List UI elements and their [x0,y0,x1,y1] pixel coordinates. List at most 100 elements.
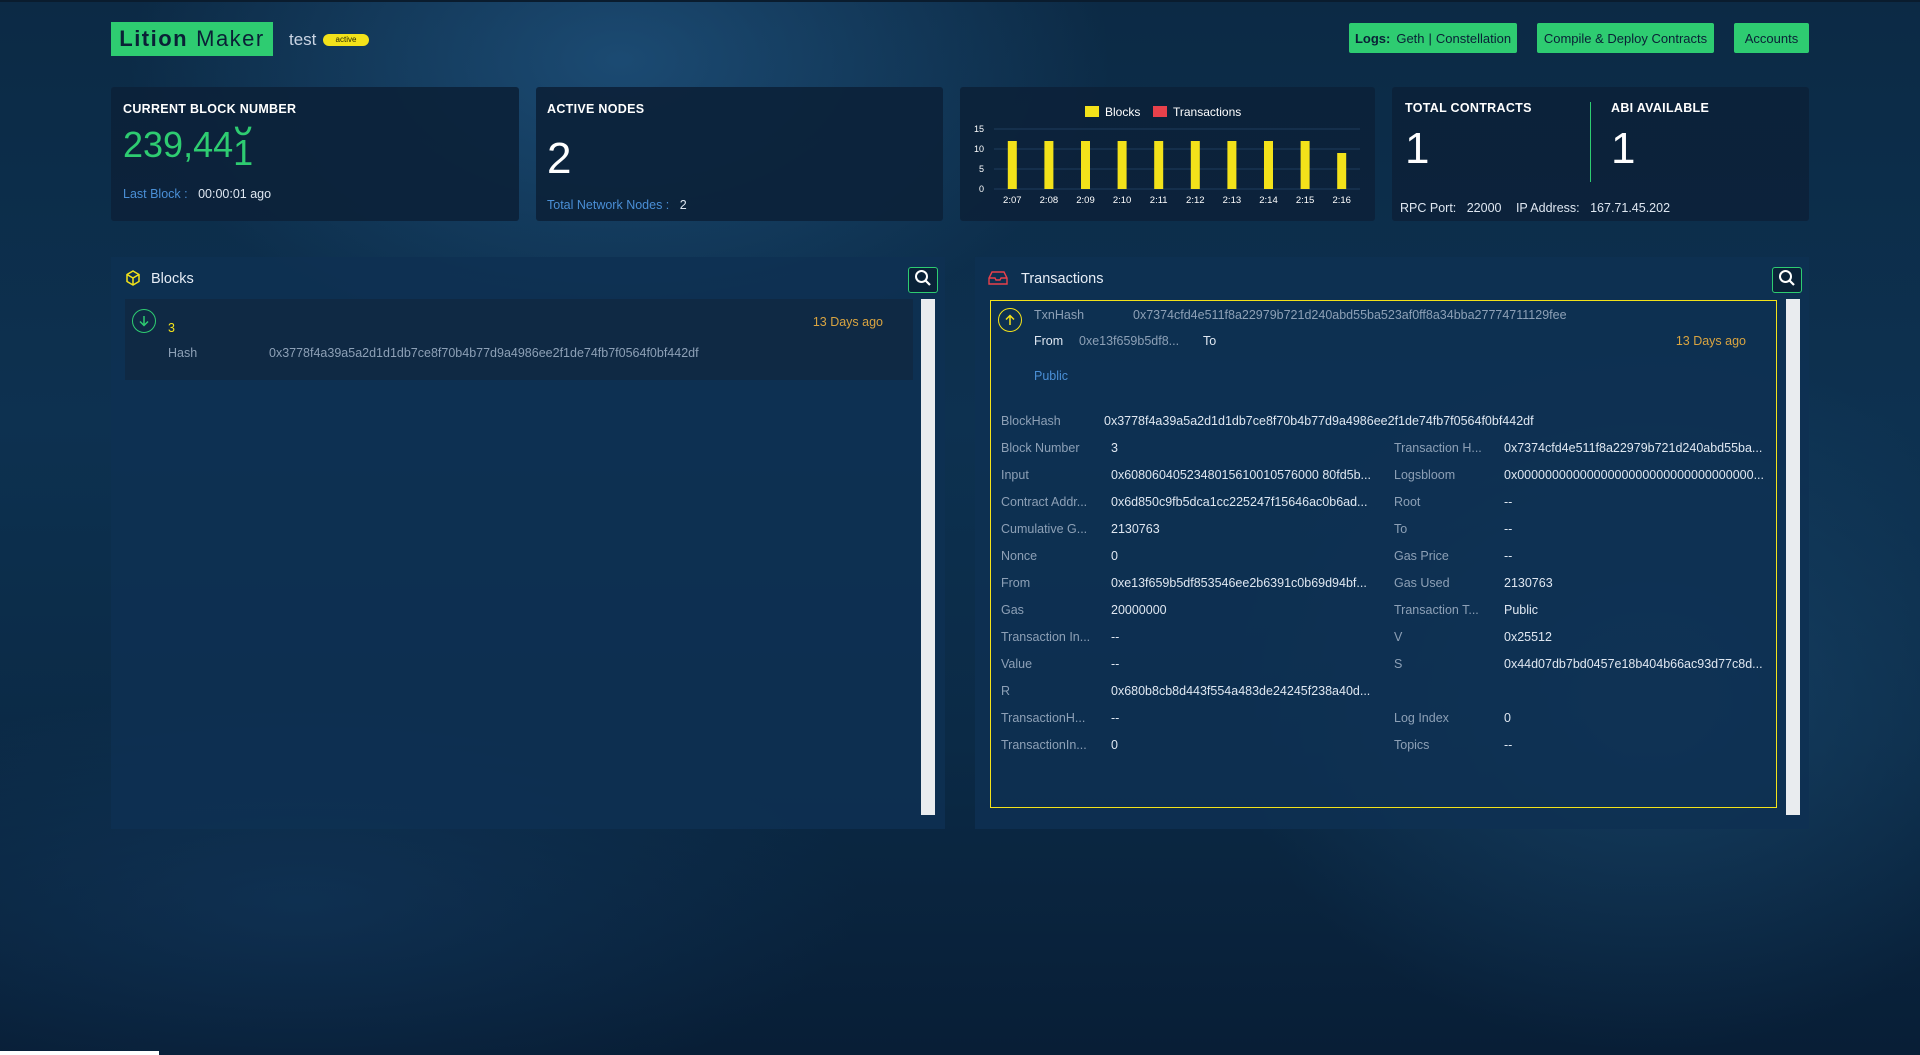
txn-detail-value: 0x680b8cb8d443f554a483de24245f238a40d... [1111,684,1371,698]
transactions-scrollbar[interactable] [1786,299,1800,815]
x-tick-label: 2:09 [1076,195,1095,206]
bar-blocks-6[interactable] [1227,141,1237,189]
bar-blocks-5[interactable] [1190,141,1200,189]
block-number[interactable]: 3 [168,321,175,335]
txn-detail-key: Logsbloom [1394,468,1456,482]
app-logo[interactable]: Lition Maker [111,22,273,56]
txn-detail-value: -- [1111,711,1120,725]
active-nodes-card: ACTIVE NODES 2 Total Network Nodes : 2 [536,87,943,221]
arrow-up-circle-icon [998,308,1022,332]
txn-age: 13 Days ago [1675,334,1746,348]
txn-detail-value: 0x6080604052348015610010576000 80fd5b... [1111,468,1371,482]
txn-detail-value: 3 [1111,441,1118,455]
txn-detail-value: 0x44d07db7bd0457e18b404b66ac93d77c8d... [1504,657,1763,671]
block-hash-value: 0x3778f4a39a5a2d1d1db7ce8f70b4b77d9a4986… [269,346,699,360]
txn-detail-value: -- [1111,657,1120,671]
txn-detail-value: 0 [1111,738,1118,752]
txn-detail-value: 0x25512 [1504,630,1552,644]
logs-geth-link[interactable]: Geth [1396,31,1424,46]
transaction-detail-card[interactable]: TxnHash 0x7374cfd4e511f8a22979b721d240ab… [990,300,1777,808]
logs-separator: | [1428,30,1432,46]
ip-address-label: IP Address: [1515,201,1580,215]
block-number-main: 239,44 [123,124,234,165]
txn-to-label: To [1203,334,1217,348]
blocks-panel: Blocks 3 13 Days ago Hash 0x3778f4a39a5a… [111,257,945,829]
block-age: 13 Days ago [812,315,883,329]
txn-detail-key: Gas Used [1394,576,1450,590]
accounts-button[interactable]: Accounts [1734,23,1809,53]
bar-blocks-2[interactable] [1081,141,1090,189]
x-tick-label: 2:12 [1186,195,1205,206]
active-nodes-count: 2 [547,134,572,183]
bar-blocks-1[interactable] [1044,141,1054,189]
total-nodes-row: Total Network Nodes : 2 [547,196,687,214]
abi-available-title: ABI AVAILABLE [1611,101,1710,115]
txn-detail-key: Block Number [1001,441,1080,455]
bar-blocks-3[interactable] [1117,141,1127,189]
y-tick-label: 0 [979,184,984,194]
current-block-title: CURRENT BLOCK NUMBER [123,102,297,116]
transactions-panel-title: Transactions [1021,271,1104,287]
legend-swatch-1[interactable] [1153,106,1167,117]
current-block-card: CURRENT BLOCK NUMBER 239,44 0 1 Last Block… [111,87,519,221]
ip-address-value: 167.71.45.202 [1590,201,1671,215]
txn-detail-key: Cumulative G... [1001,522,1088,536]
total-nodes-value: 2 [679,198,687,212]
y-tick-label: 10 [974,144,984,154]
txn-detail-key: Log Index [1394,711,1449,725]
total-nodes-label: Total Network Nodes : [547,198,670,212]
last-block-label: Last Block : [123,187,188,201]
txn-hash-value[interactable]: 0x7374cfd4e511f8a22979b721d240abd55ba523… [1133,308,1567,322]
bar-blocks-9[interactable] [1337,153,1347,189]
x-tick-label: 2:10 [1113,195,1132,206]
logs-constellation-link[interactable]: Constellation [1436,31,1511,46]
compile-deploy-button[interactable]: Compile & Deploy Contracts [1537,23,1714,53]
txn-detail-key: From [1001,576,1031,590]
logs-label: Logs: [1354,30,1391,46]
txn-detail-value: -- [1504,549,1513,563]
bar-blocks-8[interactable] [1300,141,1310,189]
blocks-scrollbar[interactable] [921,299,935,815]
blocks-transactions-chart-card: Blocks Transactions 15 10 5 0 2:07 2:08 2:09 2:10… [960,87,1375,221]
legend-label-0[interactable]: Blocks [1105,105,1140,119]
taskbar-indicator [0,1051,159,1055]
rpc-port-label: RPC Port: [1400,201,1457,215]
txn-detail-value: 0x0000000000000000000000000000000000... [1504,468,1764,482]
blocks-panel-title: Blocks [151,271,194,287]
bar-blocks-7[interactable] [1264,141,1273,189]
logo-bold-text: Lition [119,26,189,51]
txn-detail-key: Gas [1001,603,1024,617]
x-tick-label: 2:16 [1332,195,1351,206]
txn-detail-key: Value [1001,657,1033,671]
txn-detail-key: Contract Addr... [1001,495,1088,509]
x-tick-label: 2:11 [1150,195,1168,206]
txn-detail-value: 0x6d850c9fb5dca1cc225247f15646ac0b6ad... [1111,495,1368,509]
txn-detail-value: -- [1504,522,1513,536]
block-hash-value: 0x3778f4a39a5a2d1d1db7ce8f70b4b77d9a4986… [1104,414,1534,428]
block-number-tail: 1 [233,132,254,173]
txn-detail-value: 0 [1111,549,1118,563]
last-block-value: 00:00:01 ago [198,187,272,201]
x-tick-label: 2:14 [1259,195,1278,206]
block-list-item[interactable]: 3 13 Days ago Hash 0x3778f4a39a5a2d1d1db… [125,299,913,380]
txn-detail-key: V [1394,630,1403,644]
txn-detail-key: Nonce [1001,549,1038,563]
network-status-badge: active [323,34,369,46]
txn-detail-key: R [1001,684,1011,698]
search-icon [914,269,932,292]
legend-swatch-0[interactable] [1085,106,1099,117]
inbox-tray-icon [988,271,1008,290]
txn-from-value[interactable]: 0xe13f659b5df8... [1079,334,1179,348]
txn-type-public: Public [1034,369,1069,383]
bar-blocks-0[interactable] [1007,141,1017,189]
transactions-search-button[interactable] [1772,267,1802,293]
blocks-search-button[interactable] [908,267,938,293]
txn-detail-key: Transaction In... [1001,630,1091,644]
rpc-info-row: RPC Port: 22000 IP Address: 167.71.45.20… [1400,199,1670,217]
block-hash-label: Hash [168,346,198,360]
bar-blocks-4[interactable] [1154,141,1164,189]
x-tick-label: 2:15 [1296,195,1315,206]
txn-detail-value: 0x7374cfd4e511f8a22979b721d240abd55ba... [1504,441,1763,455]
current-block-number: 239,44 0 1 [123,124,253,171]
legend-label-1[interactable]: Transactions [1173,105,1241,119]
